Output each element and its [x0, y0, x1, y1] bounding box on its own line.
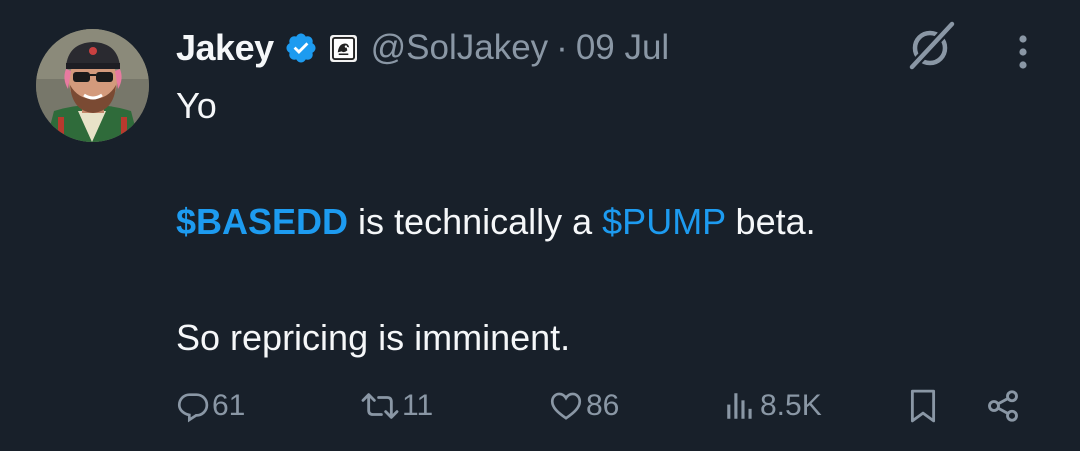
tweet-text: Yo $BASEDD is technically a $PUMP beta. … — [176, 84, 1036, 360]
tweet-text-segment: is technically a — [348, 201, 603, 242]
reply-icon — [177, 393, 209, 423]
reply-button[interactable]: 61 — [176, 383, 245, 429]
cashtag-basedd[interactable]: $BASEDD — [176, 201, 348, 242]
views-count: 8.5K — [760, 389, 822, 422]
reply-count: 61 — [212, 389, 246, 422]
share-button[interactable] — [984, 383, 1022, 429]
more-options-icon[interactable] — [1010, 32, 1036, 72]
tweet-line-1: Yo — [176, 85, 217, 126]
bookmark-icon — [910, 389, 936, 423]
avatar-image — [36, 29, 149, 142]
separator-dot: · — [556, 28, 568, 67]
share-icon — [988, 390, 1018, 422]
tweet-line-2: $BASEDD is technically a $PUMP beta. — [176, 200, 1036, 244]
tweet-date[interactable]: 09 Jul — [576, 28, 669, 68]
repost-icon — [361, 393, 399, 419]
tweet-text-segment: beta. — [725, 201, 816, 242]
tweet-line-3: So repricing is imminent. — [176, 317, 571, 358]
author-name[interactable]: Jakey — [176, 27, 274, 69]
bookmark-button[interactable] — [906, 383, 940, 429]
like-count: 86 — [586, 389, 620, 422]
cashtag-pump[interactable]: $PUMP — [602, 201, 725, 242]
like-button[interactable]: 86 — [548, 383, 619, 429]
tweet-header: Jakey @SolJakey · 09 Jul — [176, 24, 669, 72]
tweet-card[interactable]: Jakey @SolJakey · 09 Jul Yo $BASEDD is t… — [0, 0, 1080, 451]
action-bar: 61 11 86 8.5K — [176, 383, 1036, 429]
views-icon — [727, 393, 752, 419]
author-handle[interactable]: @SolJakey — [371, 28, 549, 68]
grok-icon[interactable] — [903, 19, 957, 73]
repost-count: 11 — [402, 389, 434, 422]
affiliate-badge-icon[interactable] — [329, 34, 357, 62]
views-button[interactable]: 8.5K — [722, 383, 822, 429]
repost-button[interactable]: 11 — [360, 383, 433, 429]
avatar[interactable] — [36, 29, 149, 142]
verified-badge-icon[interactable] — [284, 31, 318, 65]
like-icon — [550, 392, 582, 420]
